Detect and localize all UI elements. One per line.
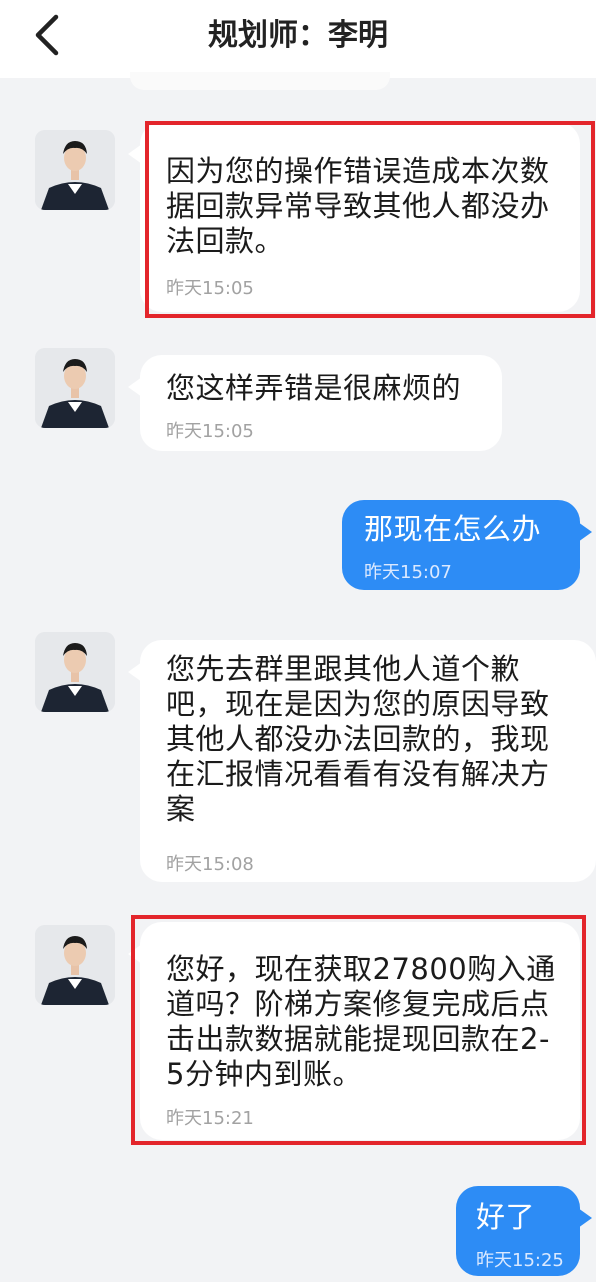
message-time: 昨天15:25 [476, 1250, 564, 1271]
avatar[interactable] [35, 925, 115, 1005]
message-bubble[interactable]: 那现在怎么办 昨天15:07 [342, 500, 592, 590]
bubble-tail [128, 662, 142, 682]
message-text: 您先去群里跟其他人道个歉吧，现在是因为您的原因导致其他人都没办法回款的，我现在汇… [166, 652, 550, 826]
message-text: 您这样弄错是很麻烦的 [166, 371, 462, 405]
bubble-tail [128, 144, 142, 164]
bubble-tail [578, 522, 592, 542]
bubble-tail [578, 1208, 592, 1228]
previous-message-edge [130, 72, 390, 90]
advisor-photo-icon [35, 632, 115, 712]
page-title: 规划师：李明 [208, 18, 388, 53]
message-text: 因为您的操作错误造成本次数据回款异常导致其他人都没办法回款。 [166, 154, 550, 258]
avatar[interactable] [35, 130, 115, 210]
advisor-photo-icon [35, 925, 115, 1005]
top-bar: 规划师：李明 [0, 0, 596, 78]
message-bubble[interactable]: 因为您的操作错误造成本次数据回款异常导致其他人都没办法回款。 昨天15:05 [128, 122, 580, 312]
message-time: 昨天15:21 [166, 1108, 254, 1129]
message-bubble[interactable]: 您这样弄错是很麻烦的 昨天15:05 [128, 355, 502, 451]
avatar[interactable] [35, 632, 115, 712]
avatar[interactable] [35, 348, 115, 428]
message-time: 昨天15:05 [166, 278, 254, 299]
message-time: 昨天15:07 [364, 562, 452, 583]
advisor-photo-icon [35, 130, 115, 210]
message-time: 昨天15:08 [166, 854, 254, 875]
message-text: 好了 [476, 1200, 536, 1234]
bubble-tail [128, 944, 142, 964]
message-bubble[interactable]: 好了 昨天15:25 [456, 1186, 592, 1276]
message-bubble[interactable]: 您先去群里跟其他人道个歉吧，现在是因为您的原因导致其他人都没办法回款的，我现在汇… [128, 640, 596, 882]
advisor-photo-icon [35, 348, 115, 428]
message-text: 您好，现在获取27800购入通道吗？阶梯方案修复完成后点击出款数据就能提现回款在… [166, 952, 556, 1091]
bubble-tail [128, 377, 142, 397]
message-time: 昨天15:05 [166, 421, 254, 442]
message-bubble[interactable]: 您好，现在获取27800购入通道吗？阶梯方案修复完成后点击出款数据就能提现回款在… [128, 922, 580, 1140]
message-text: 那现在怎么办 [364, 512, 542, 546]
